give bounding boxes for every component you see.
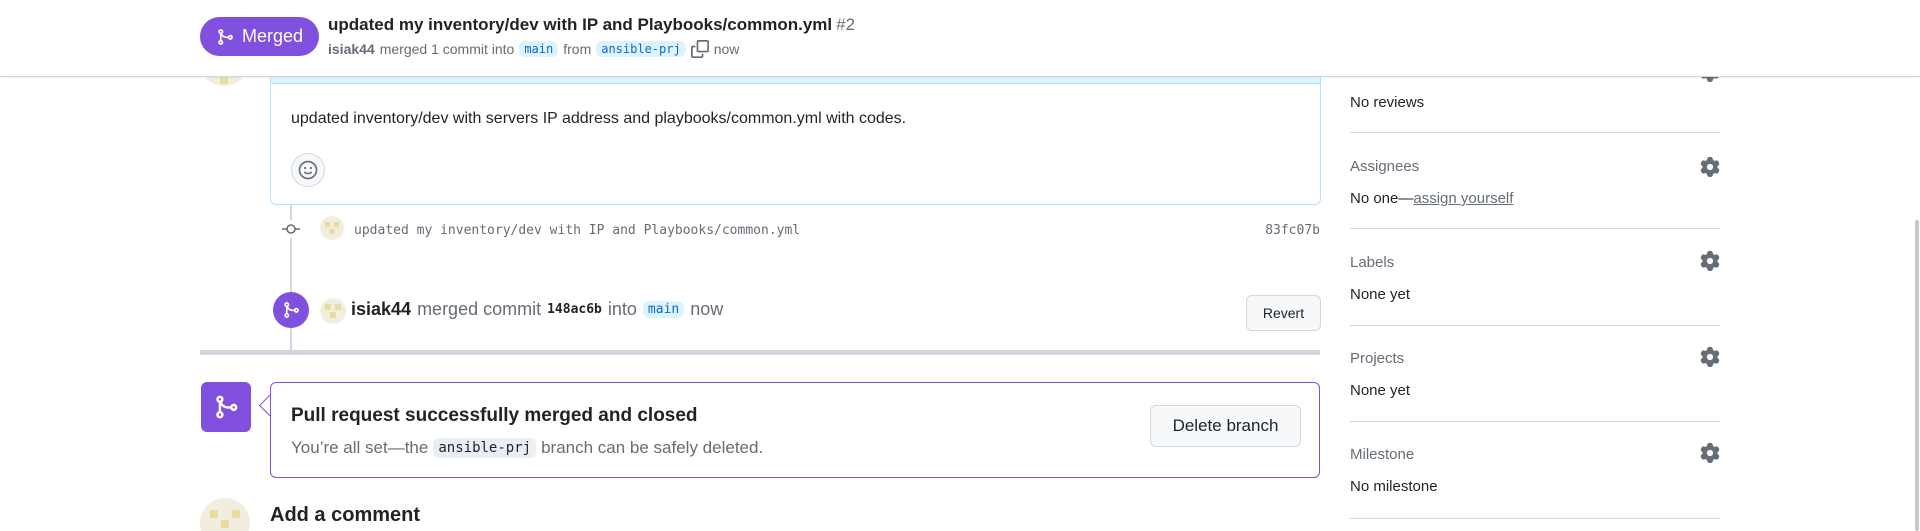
merge-event-text: isiak44 merged commit 148ac6b into main … (351, 299, 723, 320)
pr-meta: isiak44 merged 1 commit into main from a… (328, 40, 739, 58)
merge-time: now (690, 299, 724, 319)
merge-base-branch[interactable]: main (642, 301, 685, 318)
merge-status-subtext: You’re all set—the ansible-prj branch ca… (291, 438, 763, 458)
add-comment-heading: Add a comment (270, 504, 421, 526)
pr-state-label: Merged (241, 26, 304, 46)
git-merge-icon (284, 302, 299, 318)
merged-event-badge (273, 292, 309, 328)
assignees-value: No one—assign yourself (1350, 190, 1513, 207)
scrollbar-thumb[interactable] (1915, 220, 1919, 531)
commit-sha-link[interactable]: 83fc07b (1265, 223, 1320, 238)
projects-value: None yet (1350, 382, 1411, 399)
reviewers-value: No reviews (1350, 94, 1425, 111)
sidebar-divider (1350, 132, 1720, 133)
head-branch-chip[interactable]: ansible-prj (596, 41, 686, 57)
merge-sha-link[interactable]: 148ac6b (547, 302, 602, 317)
sidebar-divider (1350, 421, 1720, 422)
timeline-divider (200, 350, 1320, 355)
labels-value: None yet (1350, 286, 1411, 303)
commit-author-avatar[interactable] (320, 216, 344, 240)
projects-label[interactable]: Projects (1350, 350, 1404, 367)
pr-merged-text: merged 1 commit into (379, 41, 515, 57)
projects-gear-icon[interactable] (1700, 347, 1720, 367)
pr-author-link[interactable]: isiak44 (328, 41, 375, 57)
current-user-avatar[interactable] (200, 498, 250, 531)
assignees-label[interactable]: Assignees (1350, 158, 1419, 175)
git-merge-icon (218, 28, 233, 45)
add-reaction-button[interactable] (291, 153, 325, 187)
milestone-label[interactable]: Milestone (1350, 446, 1414, 463)
sidebar-divider (1350, 325, 1720, 326)
labels-gear-icon[interactable] (1700, 251, 1720, 271)
pr-time: now (713, 41, 740, 57)
merge-verb: merged commit (417, 299, 542, 319)
sticky-pr-header: Merged updated my inventory/dev with IP … (0, 0, 1920, 77)
base-branch-chip[interactable]: main (519, 41, 559, 57)
copy-icon[interactable] (690, 40, 709, 58)
git-commit-icon (282, 220, 300, 238)
delete-branch-button[interactable]: Delete branch (1150, 405, 1301, 447)
git-merge-icon (216, 395, 238, 419)
pr-from-text: from (563, 41, 592, 57)
merge-status-heading: Pull request successfully merged and clo… (291, 405, 698, 426)
assignees-gear-icon[interactable] (1700, 157, 1720, 177)
merge-sub-before: You’re all set—the (291, 438, 429, 457)
merge-status-panel: Pull request successfully merged and clo… (270, 382, 1320, 478)
pr-title-text: updated my inventory/dev with IP and Pla… (328, 15, 833, 34)
labels-label[interactable]: Labels (1350, 254, 1394, 271)
merge-actor-link[interactable]: isiak44 (351, 299, 411, 320)
pr-description-comment: updated inventory/dev with servers IP ad… (270, 60, 1321, 205)
merge-actor-avatar[interactable] (320, 298, 346, 324)
milestone-gear-icon[interactable] (1700, 443, 1720, 463)
merge-into-text: into (607, 299, 637, 319)
pr-number: #2 (836, 15, 856, 34)
merge-status-icon-box (201, 382, 251, 432)
merge-sub-after: branch can be safely deleted. (541, 438, 764, 457)
sidebar-divider (1350, 228, 1720, 229)
revert-button[interactable]: Revert (1246, 295, 1321, 331)
pr-title: updated my inventory/dev with IP and Pla… (328, 15, 855, 35)
sidebar-divider (1350, 518, 1720, 519)
smiley-icon (298, 160, 318, 180)
milestone-value: No milestone (1350, 478, 1438, 495)
pr-state-merged-badge: Merged (200, 17, 319, 56)
comment-body: updated inventory/dev with servers IP ad… (291, 110, 907, 127)
assign-yourself-link[interactable]: assign yourself (1413, 190, 1513, 207)
commit-message-link[interactable]: updated my inventory/dev with IP and Pla… (354, 223, 800, 238)
assignees-none-text: No one— (1350, 190, 1414, 207)
deletable-branch-chip: ansible-prj (433, 438, 537, 458)
